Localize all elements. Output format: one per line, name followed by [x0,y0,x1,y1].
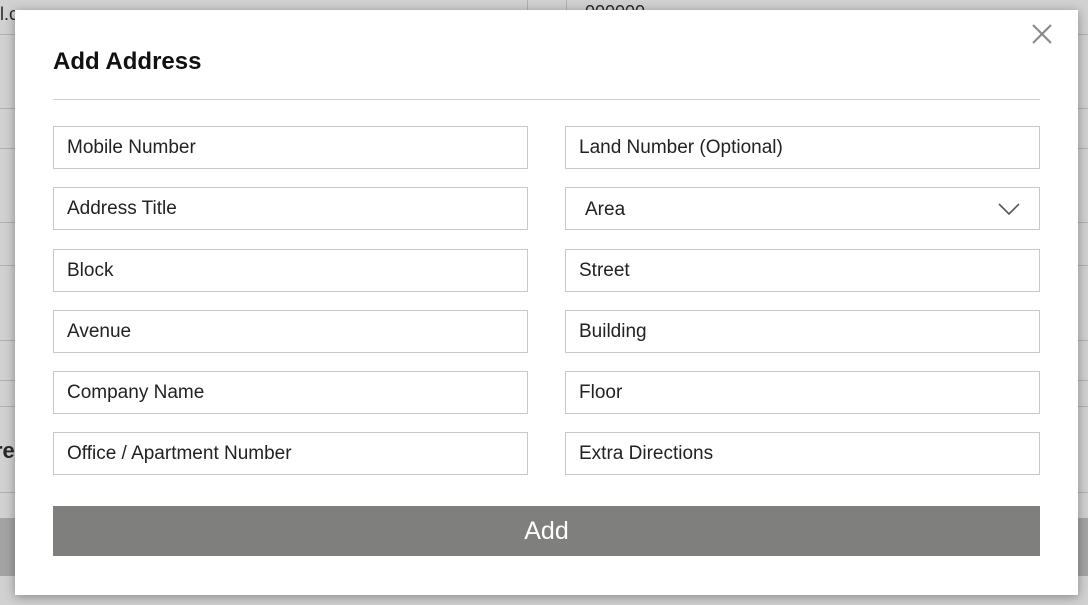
floor-input[interactable] [565,371,1040,414]
add-button[interactable]: Add [53,506,1040,556]
mobile-number-input[interactable] [53,126,528,169]
company-name-input[interactable] [53,371,528,414]
street-input[interactable] [565,249,1040,292]
modal-title: Add Address [53,48,202,75]
avenue-input[interactable] [53,310,528,353]
close-button[interactable] [1030,22,1054,46]
add-address-modal: Add Address Area Add [15,10,1078,595]
area-select[interactable]: Area [565,187,1040,230]
office-apartment-number-input[interactable] [53,432,528,475]
land-number-input[interactable] [565,126,1040,169]
building-input[interactable] [565,310,1040,353]
title-divider [53,99,1040,100]
block-input[interactable] [53,249,528,292]
address-title-input[interactable] [53,187,528,230]
close-icon [1032,24,1052,44]
chevron-down-icon [998,203,1020,216]
extra-directions-input[interactable] [565,432,1040,475]
area-select-value: Area [585,199,626,220]
